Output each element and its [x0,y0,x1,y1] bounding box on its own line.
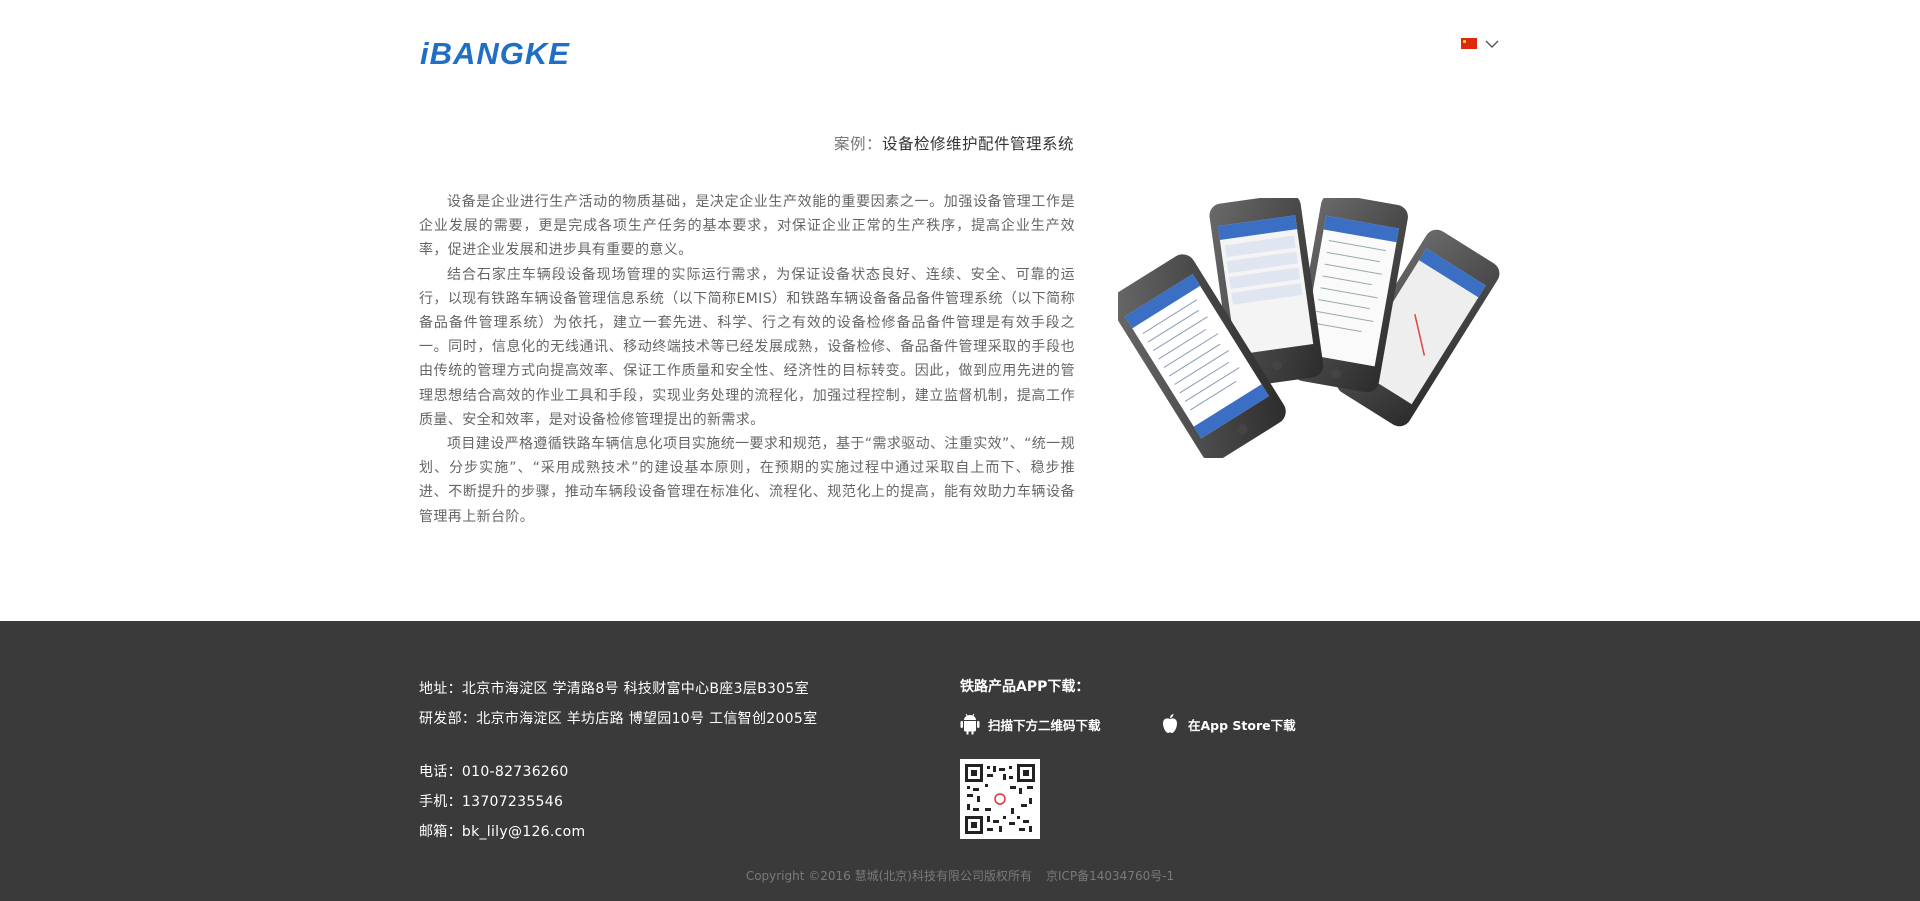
icp-number[interactable]: 京ICP备14034760号-1 [1046,869,1174,883]
footer-mobile: 手机：13707235546 [419,794,564,810]
copyright-text: Copyright ©2016 慧城(北京)科技有限公司版权所有 [745,869,1032,883]
china-flag-icon [1461,38,1477,49]
apple-icon [1163,714,1177,733]
site-footer: 地址：北京市海淀区 学清路8号 科技财富中心B座3层B305室 研发部：北京市海… [0,621,1920,901]
app-download-title: 铁路产品APP下载： [960,679,1090,695]
chevron-down-icon [1485,40,1499,48]
footer-address: 地址：北京市海淀区 学清路8号 科技财富中心B座3层B305室 [419,681,809,697]
copyright-line: Copyright ©2016 慧城(北京)科技有限公司版权所有 京ICP备140… [0,867,1920,884]
ios-download-link[interactable]: 在App Store下载 [1160,713,1296,735]
case-prefix: 案例： [834,135,883,153]
site-header: iBANGKE [0,0,1920,100]
android-download-label: 扫描下方二维码下载 [988,717,1101,733]
ios-download-label: 在App Store下载 [1188,717,1296,733]
paragraph: 设备是企业进行生产活动的物质基础，是决定企业生产效能的重要因素之一。加强设备管理… [419,194,1075,259]
case-description: 设备是企业进行生产活动的物质基础，是决定企业生产效能的重要因素之一。加强设备管理… [419,190,1075,529]
footer-rnd-address: 研发部：北京市海淀区 羊坊店路 博望园10号 工信智创2005室 [419,711,818,727]
language-selector[interactable] [1461,38,1499,49]
qr-code [960,759,1040,839]
page-title: 案例：设备检修维护配件管理系统 [834,132,1074,154]
paragraph: 结合石家庄车辆段设备现场管理的实际运行需求，为保证设备状态良好、连续、安全、可靠… [419,266,1075,428]
site-logo[interactable]: iBANGKE [420,36,570,72]
footer-phone: 电话：010-82736260 [419,764,569,780]
android-icon [960,713,980,735]
phones-illustration [1118,198,1500,458]
paragraph: 项目建设严格遵循铁路车辆信息化项目实施统一要求和规范，基于“需求驱动、注重实效”… [419,436,1075,525]
footer-email[interactable]: 邮箱：bk_lily@126.com [419,821,585,841]
android-download-link[interactable]: 扫描下方二维码下载 [960,713,1101,735]
case-name: 设备检修维护配件管理系统 [882,135,1075,153]
